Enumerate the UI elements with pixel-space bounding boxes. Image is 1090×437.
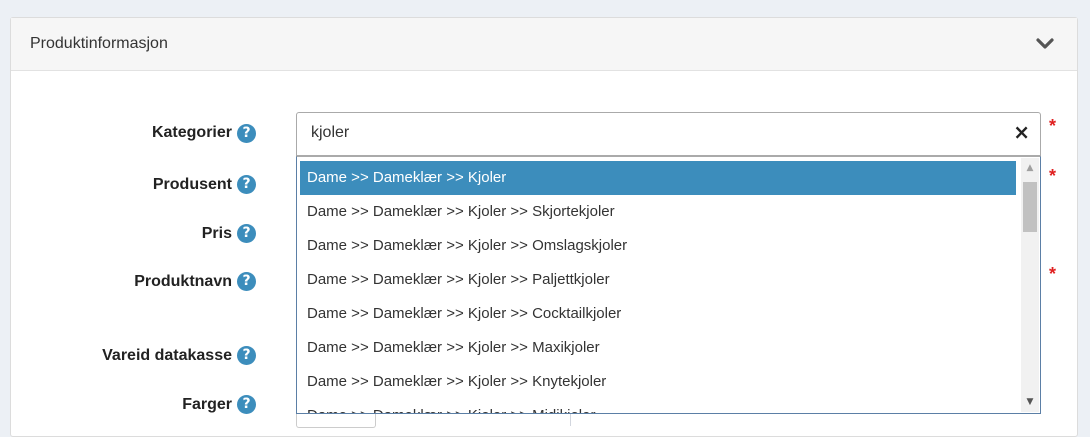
category-dropdown-list[interactable]: Dame >> Dameklær >> Kjoler Dame >> Damek… xyxy=(296,156,1041,414)
panel-header[interactable]: Produktinformasjon xyxy=(11,18,1077,71)
help-icon[interactable]: ? xyxy=(237,224,256,243)
dropdown-option[interactable]: Dame >> Dameklær >> Kjoler >> Maxikjoler xyxy=(300,331,1016,365)
scroll-thumb[interactable] xyxy=(1023,182,1037,232)
dropdown-option[interactable]: Dame >> Dameklær >> Kjoler xyxy=(300,161,1016,195)
help-icon[interactable]: ? xyxy=(237,346,256,365)
dropdown-option[interactable]: Dame >> Dameklær >> Kjoler >> Knytekjole… xyxy=(300,365,1016,399)
help-icon[interactable]: ? xyxy=(237,175,256,194)
dropdown-option[interactable]: Dame >> Dameklær >> Kjoler >> Cocktailkj… xyxy=(300,297,1016,331)
dropdown-option[interactable]: Dame >> Dameklær >> Kjoler >> Midikjoler xyxy=(300,399,1016,413)
dropdown-scrollbar[interactable]: ▲ ▼ xyxy=(1021,158,1039,412)
farger-field-edge xyxy=(570,414,571,426)
chevron-down-icon[interactable] xyxy=(1035,36,1055,52)
scroll-down-arrow-icon[interactable]: ▼ xyxy=(1021,394,1039,410)
required-marker: * xyxy=(1049,116,1057,136)
label-produsent: Produsent xyxy=(152,176,232,193)
help-icon[interactable]: ? xyxy=(237,395,256,414)
required-marker: * xyxy=(1049,264,1057,284)
label-vareid-datakasse: Vareid datakasse xyxy=(102,347,232,364)
close-icon[interactable]: × xyxy=(1013,120,1030,144)
help-icon[interactable]: ? xyxy=(237,124,256,143)
scroll-up-arrow-icon[interactable]: ▲ xyxy=(1021,160,1039,176)
label-produktnavn: Produktnavn xyxy=(134,273,232,290)
search-input-value: kjoler xyxy=(311,124,350,141)
dropdown-option[interactable]: Dame >> Dameklær >> Kjoler >> Paljettkjo… xyxy=(300,263,1016,297)
dropdown-option[interactable]: Dame >> Dameklær >> Kjoler >> Skjortekjo… xyxy=(300,195,1016,229)
label-farger: Farger xyxy=(182,396,232,413)
panel-title: Produktinformasjon xyxy=(30,35,168,52)
required-marker: * xyxy=(1049,166,1057,186)
dropdown-option[interactable]: Dame >> Dameklær >> Kjoler >> Omslagskjo… xyxy=(300,229,1016,263)
label-pris: Pris xyxy=(201,225,232,242)
label-kategorier: Kategorier xyxy=(151,124,232,141)
help-icon[interactable]: ? xyxy=(237,272,256,291)
category-search-input[interactable]: kjoler × xyxy=(296,112,1041,156)
